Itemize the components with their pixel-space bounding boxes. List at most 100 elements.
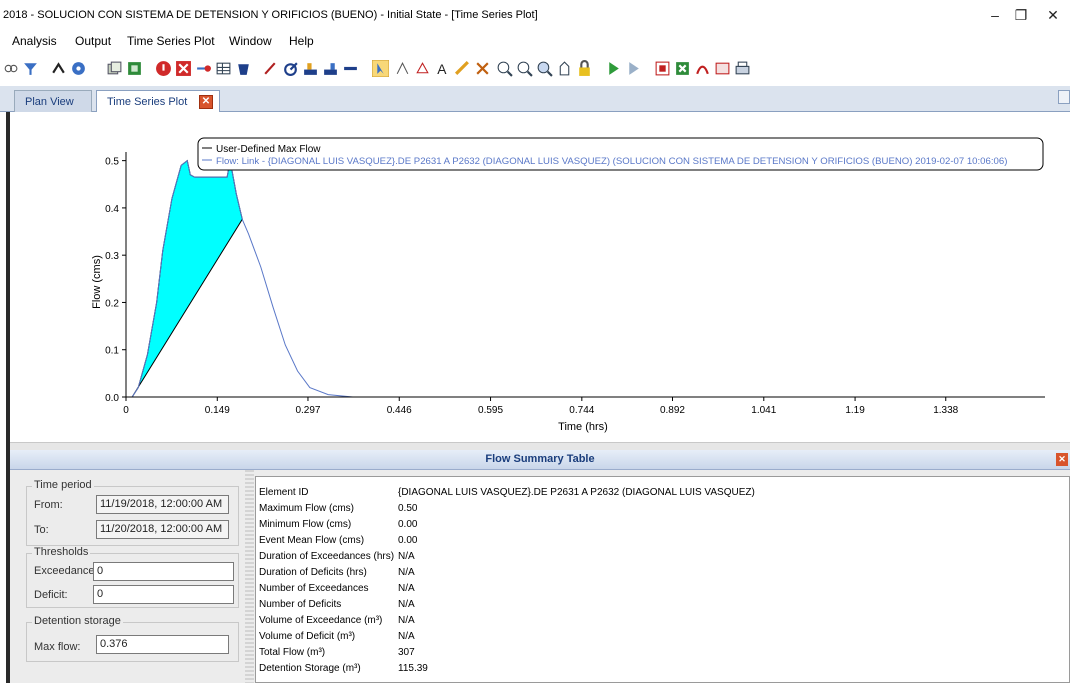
lock-icon[interactable] <box>576 60 593 77</box>
title-bar: 2018 - SOLUCION CON SISTEMA DE DETENSION… <box>0 0 1070 30</box>
table-row: Volume of Deficit (m³) N/A <box>258 629 1069 645</box>
deficit-label: Deficit: <box>34 589 68 601</box>
menu-window[interactable]: Window <box>229 34 272 48</box>
table-cell-value: 0.00 <box>398 535 418 546</box>
run-icon[interactable] <box>50 60 67 77</box>
print-icon[interactable] <box>734 60 751 77</box>
play-icon[interactable] <box>605 60 622 77</box>
restore-button[interactable]: ❐ <box>1008 5 1034 25</box>
vertex-icon[interactable] <box>394 60 411 77</box>
thresholds-group: Thresholds Exceedance: 0 Deficit: 0 <box>26 546 239 608</box>
tab-time-series-plot-label: Time Series Plot <box>107 96 188 108</box>
table-row: Detention Storage (m³) 115.39 <box>258 661 1069 677</box>
svg-text:A: A <box>437 61 447 77</box>
table-cell-label: Minimum Flow (cms) <box>259 519 352 530</box>
table-cell-label: Event Mean Flow (cms) <box>259 535 365 546</box>
flow-summary-table: Element ID {DIAGONAL LUIS VASQUEZ}.DE P26… <box>255 476 1070 683</box>
table-row: Number of Exceedances N/A <box>258 581 1069 597</box>
excel-icon[interactable] <box>674 60 691 77</box>
menu-output[interactable]: Output <box>75 34 111 48</box>
tab-time-series-plot[interactable]: Time Series Plot ✕ <box>96 90 220 112</box>
x-tick-label: 1.041 <box>751 405 776 416</box>
to-field[interactable]: 11/20/2018, 12:00:00 AM <box>96 520 229 539</box>
close-summary-icon[interactable]: ✕ <box>1056 453 1068 466</box>
toolbar: A <box>0 57 1070 83</box>
ruler-icon[interactable] <box>454 60 471 77</box>
layers-icon[interactable] <box>106 60 123 77</box>
x-tick-label: 0.149 <box>205 405 230 416</box>
select-arrow-icon[interactable] <box>372 60 389 77</box>
table-cell-value: 307 <box>398 647 415 658</box>
pipe-icon[interactable] <box>342 60 359 77</box>
table-row: Maximum Flow (cms) 0.50 <box>258 501 1069 517</box>
close-tab-icon[interactable]: ✕ <box>199 95 213 109</box>
y-tick-label: 0.2 <box>105 298 119 309</box>
menu-analysis[interactable]: Analysis <box>12 34 57 48</box>
table-cell-value: N/A <box>398 599 415 610</box>
zoom-out-icon[interactable] <box>516 60 533 77</box>
polygon-icon[interactable] <box>414 60 431 77</box>
delete-icon[interactable] <box>175 60 192 77</box>
table-row: Volume of Exceedance (m³) N/A <box>258 613 1069 629</box>
panel-resizer[interactable] <box>245 470 254 683</box>
menu-bar: Analysis Output Time Series Plot Window … <box>0 32 1070 50</box>
link-icon[interactable] <box>195 60 212 77</box>
max-flow-input[interactable]: 0.376 <box>96 635 229 654</box>
play-step-icon[interactable] <box>625 60 642 77</box>
outfall-icon[interactable] <box>322 60 339 77</box>
from-field[interactable]: 11/19/2018, 12:00:00 AM <box>96 495 229 514</box>
y-tick-label: 0.3 <box>105 251 119 262</box>
pan-icon[interactable] <box>556 60 573 77</box>
menu-help[interactable]: Help <box>289 34 314 48</box>
close-window-button[interactable]: ✕ <box>1040 5 1066 25</box>
zoom-in-icon[interactable] <box>496 60 513 77</box>
flow-series-line <box>131 159 1045 398</box>
tab-plan-view[interactable]: Plan View <box>14 90 92 112</box>
table-cell-label: Duration of Deficits (hrs) <box>259 567 367 578</box>
report-icon[interactable] <box>654 60 671 77</box>
map-icon[interactable] <box>126 60 143 77</box>
minimize-button[interactable]: – <box>982 5 1008 25</box>
filter-icon[interactable] <box>22 60 39 77</box>
help-circle-icon[interactable] <box>70 60 87 77</box>
tools-icon[interactable] <box>474 60 491 77</box>
table-cell-value: N/A <box>398 567 415 578</box>
text-icon[interactable]: A <box>434 60 451 77</box>
table-row: Duration of Exceedances (hrs) N/A <box>258 549 1069 565</box>
image-export-icon[interactable] <box>714 60 731 77</box>
y-tick-label: 0.5 <box>105 157 119 168</box>
from-label: From: <box>34 499 63 511</box>
table-row: Duration of Deficits (hrs) N/A <box>258 565 1069 581</box>
exceedance-input[interactable]: 0 <box>93 562 234 581</box>
table-cell-value: N/A <box>398 615 415 626</box>
document-tabs: Plan View Time Series Plot ✕ <box>0 86 1070 112</box>
deficit-input[interactable]: 0 <box>93 585 234 604</box>
x-axis-label: Time (hrs) <box>558 421 608 433</box>
pencil-icon[interactable] <box>262 60 279 77</box>
table-cell-label: Volume of Exceedance (m³) <box>259 615 383 626</box>
bucket-icon[interactable] <box>235 60 252 77</box>
pump-icon[interactable] <box>282 60 299 77</box>
table-icon[interactable] <box>215 60 232 77</box>
stop-icon[interactable] <box>155 60 172 77</box>
time-series-plot: 0.0 0.1 0.2 0.3 0.4 0.5 0 0.149 0.297 0.446 0.595 0… <box>0 112 1070 683</box>
splitter[interactable] <box>10 442 1070 450</box>
summary-header: Flow Summary Table ✕ <box>10 450 1070 470</box>
y-axis-label: Flow (cms) <box>91 255 103 309</box>
zoom-extent-icon[interactable] <box>536 60 553 77</box>
x-tick-label: 0.744 <box>569 405 594 416</box>
x-tick-label: 0.446 <box>387 405 412 416</box>
table-cell-value: 0.00 <box>398 519 418 530</box>
x-tick-label: 0 <box>123 405 129 416</box>
pdf-icon[interactable] <box>694 60 711 77</box>
x-tick-label: 0.297 <box>295 405 320 416</box>
table-cell-label: Detention Storage (m³) <box>259 663 361 674</box>
table-cell-label: Duration of Exceedances (hrs) <box>259 551 395 562</box>
find-icon[interactable] <box>2 60 19 77</box>
tab-plan-view-label: Plan View <box>25 96 74 108</box>
table-cell-value: N/A <box>398 551 415 562</box>
menu-time-series-plot[interactable]: Time Series Plot <box>127 34 215 48</box>
tab-list-icon[interactable] <box>1058 90 1070 104</box>
table-row: Minimum Flow (cms) 0.00 <box>258 517 1069 533</box>
storage-icon[interactable] <box>302 60 319 77</box>
